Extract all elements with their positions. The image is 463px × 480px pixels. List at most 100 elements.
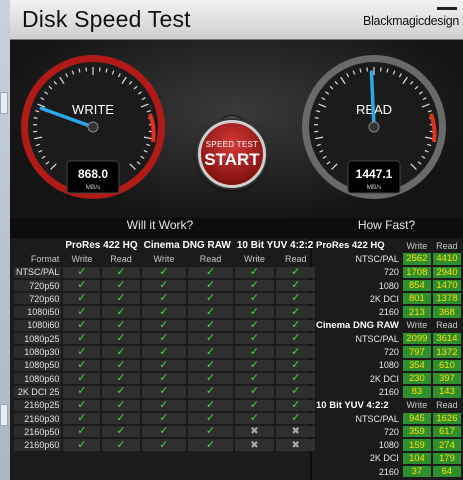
read-speed-value: 2940 [432,266,461,278]
checkmark-icon: ✓ [249,292,260,305]
supported-cell: ✓ [141,373,187,385]
checkmark-icon: ✓ [249,412,260,424]
checkmark-icon: ✓ [249,279,260,292]
checkmark-icon: ✓ [205,318,216,331]
checkmark-icon: ✓ [249,305,260,318]
resolution-label: NTSC/PAL [355,413,399,424]
checkmark-icon: ✓ [159,279,169,292]
sub-header-write: Write [153,253,175,264]
resolution-label: 720 [383,347,399,358]
supported-cell: ✓ [276,318,316,332]
format-label: NTSC/PAL [14,266,62,278]
group-name: ProRes 422 HQ [316,240,385,252]
checkmark-icon: ✓ [159,385,169,398]
table-row: 1080p25 ✓ ✓ ✓ ✓ ✓ ✓ [14,332,316,345]
how-fast-row: 1080 854 1470 [314,279,461,292]
checkmark-icon: ✓ [205,412,216,424]
checkmark-icon: ✓ [116,332,126,345]
checkmark-icon: ✓ [77,292,87,305]
group-header-prores: ProRes 422 HQ [65,240,138,252]
checkmark-icon: ✓ [116,438,126,451]
supported-cell: ✓ [188,412,233,425]
table-row: 2K DCI 25 ✓ ✓ ✓ ✓ ✓ ✓ [14,385,316,398]
checkmark-icon: ✓ [116,412,126,424]
supported-cell: ✓ [141,279,187,292]
checkmark-icon: ✓ [291,345,301,358]
supported-cell: ✓ [102,279,140,292]
supported-cell: ✓ [188,346,233,358]
checkmark-icon: ✓ [249,345,260,358]
supported-cell: ✓ [63,413,101,425]
checkmark-icon: ✓ [159,265,169,278]
supported-cell: ✓ [234,385,275,398]
supported-cell: ✓ [102,426,140,438]
disk-speed-test-window: Disk Speed Test Blackmagicdesign WRITE 8… [10,0,463,480]
resolution-label: 2K DCI [369,373,399,384]
read-readout-unit: MB/s [367,184,383,191]
unsupported-cell: ✖ [276,439,316,451]
unsupported-cell: ✖ [276,426,316,438]
title-bar[interactable]: Disk Speed Test Blackmagicdesign [10,0,463,40]
resolution-label: 2K DCI [369,453,399,464]
how-fast-table: ProRes 422 HQ Write Read NTSC/PAL 2562 4410 72… [312,238,463,479]
write-speed-value: 801 [402,293,431,305]
start-button[interactable]: SPEED TEST START [198,120,266,188]
supported-cell: ✓ [102,293,140,305]
resolution-label: 2160 [378,466,399,477]
supported-cell: ✓ [141,426,187,438]
table-row: 720p60 ✓ ✓ ✓ ✓ ✓ ✓ [14,292,316,305]
checkmark-icon: ✓ [205,279,216,292]
checkmark-icon: ✓ [77,265,87,278]
supported-cell: ✓ [234,319,275,332]
write-gauge: WRITE 868.0 MB/s [21,55,165,199]
desktop-item [0,404,8,426]
supported-cell: ✓ [63,399,101,411]
resolution-label: 720 [383,426,399,437]
sub-header-read: Read [436,320,458,331]
supported-cell: ✓ [102,306,140,318]
resolution-label: NTSC/PAL [355,333,399,344]
supported-cell: ✓ [141,306,187,318]
checkmark-icon: ✓ [205,398,216,411]
sub-header-write: Write [406,400,428,411]
supported-cell: ✓ [141,439,187,451]
supported-cell: ✓ [141,359,187,371]
table-row: NTSC/PAL ✓ ✓ ✓ ✓ ✓ ✓ [14,265,316,278]
supported-cell: ✓ [276,413,316,425]
read-speed-value: 3614 [432,333,461,345]
gauge-tick [314,117,319,119]
supported-cell: ✓ [276,333,316,345]
read-speed-value: 617 [432,426,461,438]
read-speed-value: 368 [432,306,461,318]
group-name: Cinema DNG RAW [316,319,399,331]
checkmark-icon: ✓ [205,358,216,371]
checkmark-icon: ✓ [249,385,260,398]
checkmark-icon: ✓ [116,279,126,292]
format-label: 1080p50 [14,359,62,371]
checkmark-icon: ✓ [77,438,87,451]
how-fast-row: 720 1708 2940 [314,266,461,278]
checkmark-icon: ✓ [205,265,216,278]
sub-header-read: Read [199,253,222,264]
how-fast-row: 2K DCI 801 1378 [314,293,461,305]
table-row: 1080p60 ✓ ✓ ✓ ✓ ✓ ✓ [14,372,316,385]
write-speed-value: 159 [402,439,431,451]
checkmark-icon: ✓ [77,372,87,385]
background-desktop-strip [0,0,10,480]
checkmark-icon: ✓ [77,318,87,331]
read-speed-value: 64 [432,466,461,478]
checkmark-icon: ✓ [77,279,87,292]
checkmark-icon: ✓ [77,358,87,371]
supported-cell: ✓ [63,265,101,278]
write-readout-value: 868.0 [78,167,108,181]
supported-cell: ✓ [234,333,275,345]
supported-cell: ✓ [188,318,233,332]
checkmark-icon: ✓ [291,318,301,331]
sub-header-read: Read [110,253,132,264]
supported-cell: ✓ [188,398,233,411]
resolution-label: 1080 [378,440,399,451]
read-speed-value: 143 [432,386,461,398]
format-label: 2160p25 [14,399,62,411]
checkmark-icon: ✓ [77,332,87,345]
will-it-work-heading: Will it Work? [126,218,194,232]
